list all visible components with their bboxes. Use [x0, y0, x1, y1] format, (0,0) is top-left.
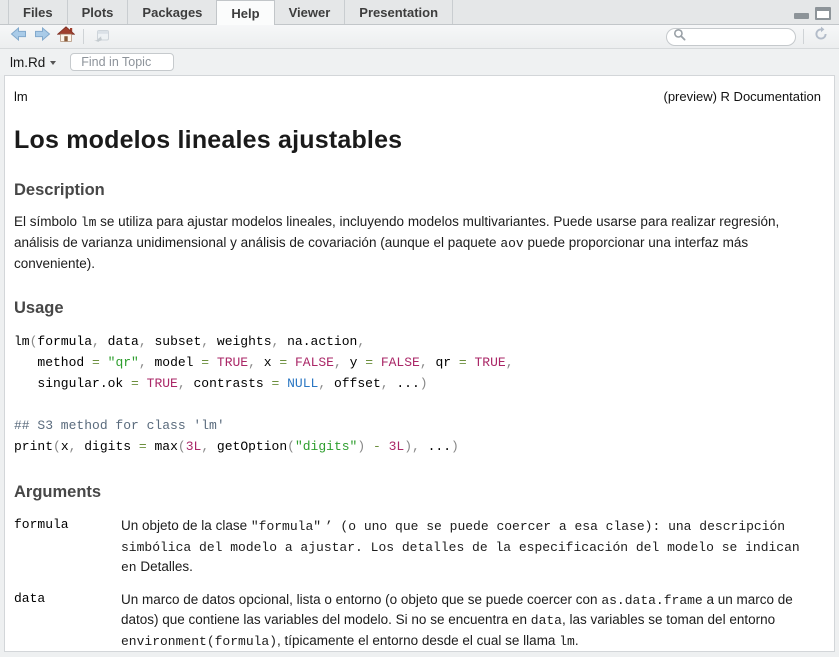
- toolbar-separator: [83, 29, 84, 44]
- tab-files[interactable]: Files: [8, 0, 68, 24]
- description-heading: Description: [14, 181, 821, 200]
- search-icon: [673, 28, 686, 46]
- tab-viewer-label: Viewer: [289, 5, 331, 20]
- arguments-table: formula Un objeto de la clase "formula" …: [14, 516, 821, 652]
- usage-heading: Usage: [14, 299, 821, 318]
- search-input[interactable]: [689, 30, 789, 44]
- minimize-icon[interactable]: [794, 13, 809, 19]
- usage-code-block: lm(formula, data, subset, weights, na.ac…: [14, 331, 821, 457]
- forward-arrow-icon: [34, 27, 51, 46]
- usage-code-line: ## S3 method for class 'lm': [14, 415, 821, 436]
- home-button[interactable]: [56, 28, 76, 46]
- refresh-icon: [813, 26, 829, 47]
- find-in-topic-input[interactable]: [81, 55, 165, 69]
- argument-description: Un marco de datos opcional, lista o ento…: [121, 590, 821, 652]
- usage-code-line: print(x, digits = max(3L, getOption("dig…: [14, 436, 821, 457]
- help-search-box[interactable]: [666, 28, 796, 46]
- topic-selector[interactable]: lm.Rd: [10, 55, 56, 70]
- tab-packages-label: Packages: [142, 5, 202, 20]
- topic-selector-label: lm.Rd: [10, 55, 45, 70]
- maximize-icon[interactable]: [815, 7, 831, 20]
- help-topic-bar: lm.Rd: [0, 49, 839, 75]
- chevron-down-icon: [50, 61, 56, 65]
- tab-help[interactable]: Help: [216, 0, 274, 25]
- toolbar-separator: [803, 29, 804, 44]
- tab-presentation-label: Presentation: [359, 5, 438, 20]
- description-paragraph: El símbolo lm se utiliza para ajustar mo…: [14, 212, 821, 273]
- pane-window-controls: [794, 7, 831, 20]
- argument-row: formula Un objeto de la clase "formula" …: [14, 516, 821, 578]
- argument-description: Un objeto de la clase "formula" ’ (o uno…: [121, 516, 821, 578]
- pane-tabbar: Files Plots Packages Help Viewer Present…: [0, 0, 839, 25]
- argument-name: formula: [14, 516, 121, 578]
- arguments-heading: Arguments: [14, 483, 821, 502]
- argument-row: data Un marco de datos opcional, lista o…: [14, 590, 821, 652]
- back-button[interactable]: [8, 28, 28, 46]
- usage-code-line: method = "qr", model = TRUE, x = FALSE, …: [14, 352, 821, 373]
- home-icon: [57, 26, 75, 47]
- tab-help-label: Help: [231, 6, 259, 21]
- show-in-new-window-button[interactable]: [91, 28, 111, 46]
- show-in-new-window-icon: [93, 27, 110, 47]
- usage-code-line: [14, 394, 821, 415]
- page-title: Los modelos lineales ajustables: [14, 126, 821, 155]
- help-content[interactable]: lm (preview) R Documentation Los modelos…: [4, 75, 835, 652]
- refresh-button[interactable]: [811, 28, 831, 46]
- back-arrow-icon: [10, 27, 27, 46]
- forward-button[interactable]: [32, 28, 52, 46]
- tab-packages[interactable]: Packages: [128, 0, 217, 24]
- tab-presentation[interactable]: Presentation: [345, 0, 453, 24]
- argument-name: data: [14, 590, 121, 652]
- usage-code-line: lm(formula, data, subset, weights, na.ac…: [14, 331, 821, 352]
- tab-plots-label: Plots: [82, 5, 114, 20]
- tab-files-label: Files: [23, 5, 53, 20]
- tab-viewer[interactable]: Viewer: [275, 0, 346, 24]
- doc-topic: lm: [14, 89, 28, 104]
- usage-code-line: singular.ok = TRUE, contrasts = NULL, of…: [14, 373, 821, 394]
- doc-type-label: (preview) R Documentation: [663, 89, 821, 104]
- tab-plots[interactable]: Plots: [68, 0, 129, 24]
- help-toolbar: [0, 25, 839, 49]
- find-in-topic-box[interactable]: [70, 53, 174, 71]
- doc-header: lm (preview) R Documentation: [14, 89, 821, 104]
